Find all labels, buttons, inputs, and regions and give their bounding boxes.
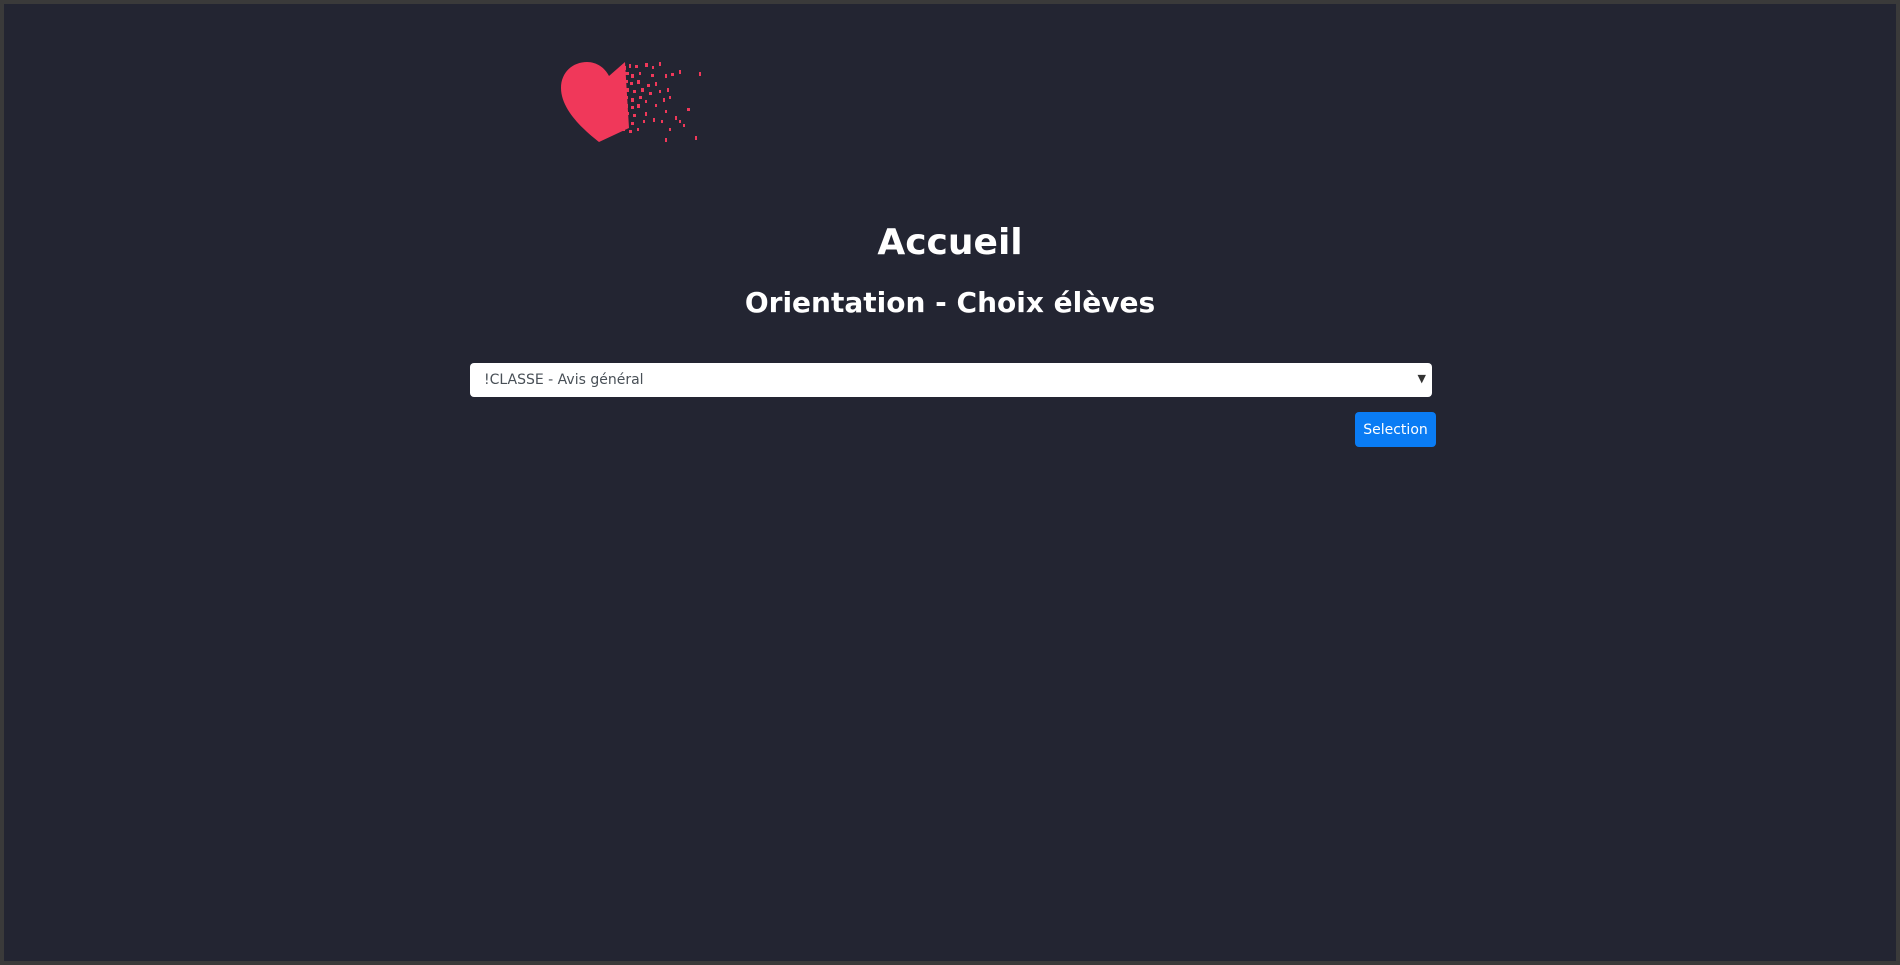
- page-container: Accueil Orientation - Choix élèves !CLAS…: [4, 4, 1896, 961]
- chevron-down-icon: ▼: [1417, 372, 1426, 385]
- heart-logo-icon: [559, 58, 729, 148]
- class-select[interactable]: !CLASSE - Avis général ▼: [470, 363, 1432, 397]
- class-select-value: !CLASSE - Avis général: [484, 372, 644, 388]
- selection-button[interactable]: Selection: [1355, 412, 1436, 447]
- page-subtitle: Orientation - Choix élèves: [744, 286, 1156, 319]
- page-title: Accueil: [877, 222, 1023, 263]
